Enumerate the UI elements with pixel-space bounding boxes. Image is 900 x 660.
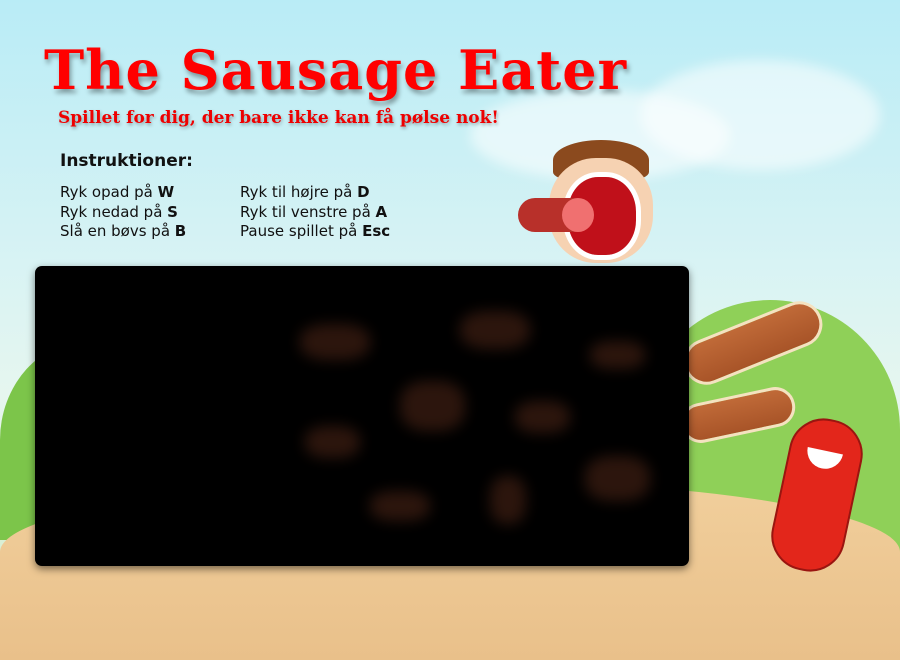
instruction-pause: Pause spillet på Esc: [240, 222, 390, 242]
instruction-text: Pause spillet på: [240, 222, 363, 240]
game-canvas[interactable]: [35, 266, 689, 566]
instruction-text: Ryk til venstre på: [240, 202, 376, 221]
instruction-key: A: [375, 202, 388, 221]
instruction-key: B: [174, 222, 187, 240]
sausage-sprite: [370, 491, 430, 521]
instruction-down: Ryk nedad på S: [60, 203, 186, 223]
sausage-sprite: [300, 324, 370, 360]
instructions-left: Ryk opad på W Ryk nedad på S Slå en bøvs…: [60, 183, 186, 242]
instruction-text: Ryk nedad på: [60, 202, 168, 221]
game-subtitle: Spillet for dig, der bare ikke kan få pø…: [58, 108, 499, 128]
sausage-sprite: [400, 381, 465, 431]
instruction-left: Ryk til venstre på A: [240, 203, 390, 223]
instruction-key: D: [357, 183, 370, 201]
instructions-heading: Instruktioner:: [60, 151, 193, 171]
sausage-sprite: [590, 341, 645, 369]
instruction-up: Ryk opad på W: [60, 183, 186, 203]
instruction-text: Ryk opad på: [60, 183, 158, 201]
instructions-right: Ryk til højre på D Ryk til venstre på A …: [240, 183, 390, 242]
instruction-text: Ryk til højre på: [240, 183, 358, 201]
instruction-key: S: [167, 202, 178, 221]
sausage-sprite: [585, 456, 650, 501]
game-title: The Sausage Eater: [44, 38, 628, 102]
instruction-key: W: [157, 183, 175, 201]
instruction-right: Ryk til højre på D: [240, 183, 390, 203]
held-sausage-illustration: [518, 198, 594, 232]
sausage-sprite: [305, 426, 360, 458]
cloud: [640, 60, 880, 170]
instruction-key: Esc: [362, 222, 391, 240]
sausage-sprite: [515, 401, 570, 433]
sausage-sprite: [460, 311, 530, 349]
instruction-text: Slå en bøvs på: [60, 222, 175, 240]
mascot-smile: [804, 447, 843, 473]
instruction-burp: Slå en bøvs på B: [60, 222, 186, 242]
sausage-cut-end: [562, 198, 594, 232]
sausage-sprite: [490, 476, 526, 524]
